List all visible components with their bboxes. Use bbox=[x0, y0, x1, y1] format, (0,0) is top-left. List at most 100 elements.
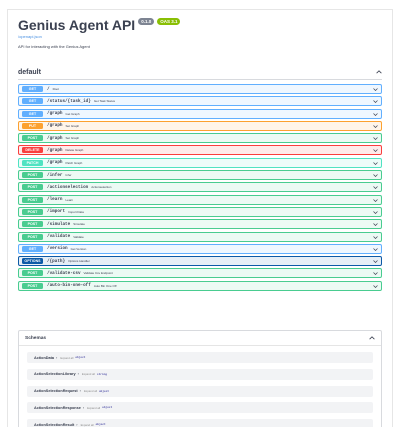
chevron-down-icon[interactable] bbox=[373, 235, 378, 240]
chevron-down-icon[interactable] bbox=[373, 87, 378, 92]
chevron-down-icon[interactable] bbox=[373, 259, 378, 264]
expand-label: Expand all bbox=[81, 372, 95, 377]
operations-list: GET / Root GET/status/{task_id} Get Task Sta… bbox=[18, 84, 382, 291]
operation-path: /simulate bbox=[47, 221, 71, 227]
method-badge: POST bbox=[22, 135, 43, 142]
chevron-down-icon[interactable] bbox=[373, 173, 378, 178]
version-badge: 0.1.0 bbox=[138, 17, 155, 25]
operation-post[interactable]: POST/import Import Data bbox=[18, 206, 382, 217]
chevron-down-icon[interactable] bbox=[373, 161, 378, 166]
tag-header[interactable]: default bbox=[18, 65, 382, 80]
operation-summary: Validate bbox=[73, 234, 84, 239]
operation-path: /learn bbox=[47, 197, 63, 203]
chevron-down-icon[interactable] bbox=[373, 99, 378, 104]
chevron-down-icon[interactable] bbox=[373, 112, 378, 117]
operation-post[interactable]: POST/actionselection Actionselection bbox=[18, 182, 382, 193]
operation-post[interactable]: POST/infer Infer bbox=[18, 170, 382, 181]
operation-summary: Patch Graph bbox=[65, 160, 83, 165]
operation-get[interactable]: GET/version Get Version bbox=[18, 243, 382, 254]
method-badge: POST bbox=[22, 184, 43, 191]
chevron-down-icon[interactable] bbox=[373, 198, 378, 203]
operation-post[interactable]: POST/auto-bin-one-off Auto Bin One Off bbox=[18, 280, 382, 291]
operation-summary: Set Graph bbox=[65, 123, 80, 128]
expand-label: Expand all bbox=[87, 405, 101, 410]
operation-post[interactable]: POST/graph Set Graph bbox=[18, 133, 382, 144]
operation-path: /graph bbox=[47, 135, 63, 141]
method-badge: POST bbox=[22, 270, 43, 277]
expand-label: Expand all bbox=[80, 422, 94, 427]
operation-path: / bbox=[47, 86, 50, 92]
schema-name: ActionSelectionResult bbox=[34, 422, 75, 427]
operation-delete[interactable]: DELETE/graph Delete Graph bbox=[18, 145, 382, 156]
schemas-title: Schemas bbox=[25, 335, 47, 341]
swagger-page: Genius Agent API 0.1.0 OAS 3.1 /openapi.… bbox=[7, 9, 393, 427]
method-badge: POST bbox=[22, 208, 43, 215]
schema-type: object bbox=[99, 389, 110, 393]
chevron-right-icon[interactable]: › bbox=[80, 389, 81, 393]
operation-patch[interactable]: PATCH/graph Patch Graph bbox=[18, 157, 382, 168]
expand-label: Expand all bbox=[60, 355, 74, 360]
operation-post[interactable]: POST/learn Learn bbox=[18, 194, 382, 205]
schema-type: object bbox=[75, 356, 86, 359]
chevron-up-icon[interactable] bbox=[375, 69, 382, 76]
operation-summary: Get Version bbox=[70, 246, 87, 251]
operation-summary: Infer bbox=[65, 173, 72, 178]
chevron-up-icon[interactable] bbox=[368, 335, 375, 342]
operation-get[interactable]: GET / Root bbox=[18, 84, 382, 94]
operation-put[interactable]: PUT/graph Set Graph bbox=[18, 120, 382, 131]
operation-path: /validate bbox=[47, 234, 71, 240]
operation-summary: Get Graph bbox=[65, 111, 80, 116]
method-badge: PUT bbox=[22, 122, 43, 129]
operation-summary: Auto Bin One Off bbox=[93, 283, 117, 288]
schema-model[interactable]: ActionSelectionResult › Expand all object bbox=[27, 419, 373, 427]
schema-model[interactable]: ActionData › Expand all object bbox=[27, 352, 373, 363]
operation-summary: Actionselection bbox=[91, 185, 112, 190]
schema-model[interactable]: ActionSelectionLibrary › Expand all string bbox=[27, 368, 373, 380]
operation-summary: Set Graph bbox=[65, 136, 80, 141]
operation-summary: Validate Csv Endpoint bbox=[83, 271, 113, 276]
chevron-down-icon[interactable] bbox=[373, 124, 378, 129]
schema-model[interactable]: ActionSelectionResponse › Expand all object bbox=[27, 402, 373, 414]
operation-path: /actionselection bbox=[47, 184, 89, 190]
operation-get[interactable]: GET/graph Get Graph bbox=[18, 108, 382, 119]
chevron-right-icon[interactable]: › bbox=[83, 406, 84, 410]
operation-summary: Learn bbox=[65, 197, 74, 202]
operation-summary: Get Task Status bbox=[93, 99, 115, 104]
operation-summary: Import Data bbox=[68, 209, 84, 214]
schema-name: ActionSelectionResponse bbox=[34, 405, 81, 410]
api-title: Genius Agent API bbox=[18, 17, 136, 33]
operation-path: /version bbox=[47, 246, 68, 252]
operation-options[interactable]: OPTIONS /{path} Options Handler bbox=[18, 256, 382, 267]
oas-badge: OAS 3.1 bbox=[157, 17, 181, 25]
schemas-section: Schemas ActionData › Expand all object Actio… bbox=[18, 330, 382, 427]
models-list: ActionData › Expand all object ActionSelecti… bbox=[19, 346, 381, 427]
operation-post[interactable]: POST/simulate Simulate bbox=[18, 219, 382, 230]
chevron-right-icon[interactable]: › bbox=[76, 423, 77, 427]
expand-label: Expand all bbox=[83, 389, 97, 394]
chevron-down-icon[interactable] bbox=[373, 148, 378, 153]
chevron-down-icon[interactable] bbox=[373, 247, 378, 252]
chevron-right-icon[interactable]: › bbox=[56, 356, 57, 360]
chevron-right-icon[interactable]: › bbox=[78, 372, 79, 376]
chevron-down-icon[interactable] bbox=[373, 271, 378, 276]
method-badge: POST bbox=[22, 221, 43, 228]
operation-post[interactable]: POST/validate Validate bbox=[18, 231, 382, 242]
method-badge: POST bbox=[22, 233, 43, 240]
operation-path: /graph bbox=[47, 111, 63, 117]
chevron-down-icon[interactable] bbox=[373, 185, 378, 190]
operation-post[interactable]: POST/validate-csv Validate Csv Endpoint bbox=[18, 268, 382, 279]
chevron-down-icon[interactable] bbox=[373, 222, 378, 227]
schema-type: object bbox=[102, 406, 113, 410]
chevron-down-icon[interactable] bbox=[373, 210, 378, 215]
chevron-down-icon[interactable] bbox=[373, 136, 378, 141]
schema-model[interactable]: ActionSelectionRequest › Expand all object bbox=[27, 385, 373, 397]
openapi-link[interactable]: /openapi.json bbox=[18, 34, 382, 39]
operation-get[interactable]: GET/status/{task_id} Get Task Status bbox=[18, 96, 382, 107]
api-info: Genius Agent API 0.1.0 OAS 3.1 /openapi.… bbox=[18, 17, 382, 49]
operation-summary: Options Handler bbox=[68, 259, 90, 264]
tag-section-default: default GET / Root GET/status/{task_id} Get … bbox=[18, 65, 382, 293]
method-badge: POST bbox=[22, 172, 43, 179]
schemas-header[interactable]: Schemas bbox=[19, 331, 381, 346]
chevron-down-icon[interactable] bbox=[373, 284, 378, 289]
operation-path: /auto-bin-one-off bbox=[47, 283, 91, 289]
